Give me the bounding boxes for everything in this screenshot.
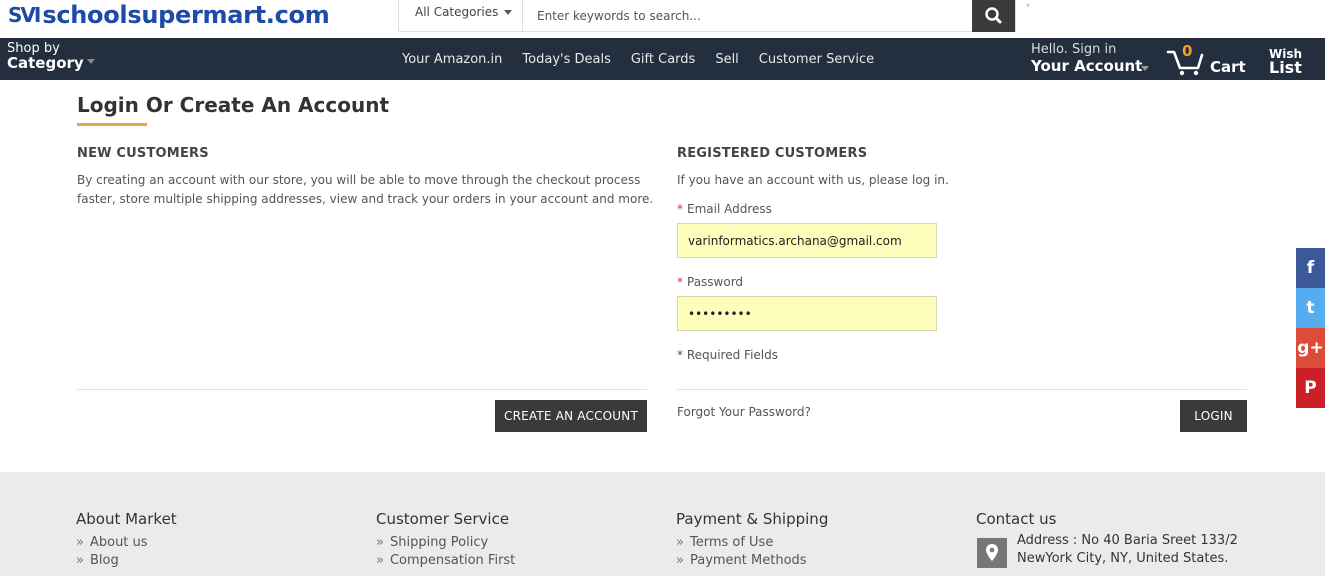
chevron-right-icon: »: [376, 535, 384, 550]
page-title: Login Or Create An Account: [77, 93, 390, 117]
footer-link-label: Shipping Policy: [389, 535, 489, 550]
status-dot: °: [1026, 3, 1030, 12]
email-label: * Email Address: [677, 202, 772, 216]
category-label: Category: [7, 54, 84, 72]
nav-link-your-amazon[interactable]: Your Amazon.in: [402, 52, 502, 67]
cart-label: Cart: [1210, 58, 1246, 76]
chevron-down-icon: [504, 10, 512, 15]
nav-links: Your Amazon.in Today's Deals Gift Cards …: [392, 52, 884, 67]
footer-link-blog[interactable]: » Blog: [76, 553, 177, 568]
password-label-text: Password: [687, 275, 744, 289]
category-select[interactable]: All Categories: [399, 0, 523, 31]
nav-link-gift-cards[interactable]: Gift Cards: [631, 52, 695, 67]
chevron-down-icon: [87, 59, 95, 64]
footer-payment-title: Payment & Shipping: [676, 510, 829, 528]
site-logo[interactable]: SVI schoolsupermart.com: [8, 1, 330, 29]
top-bar: SVI schoolsupermart.com All Categories °: [0, 0, 1325, 38]
footer-service-column: Customer Service » Shipping Policy » Compe…: [376, 510, 515, 571]
footer-contact-title: Contact us: [976, 510, 1057, 528]
footer-link-terms-of-use[interactable]: » Terms of Use: [676, 535, 828, 550]
chevron-right-icon: »: [376, 553, 384, 568]
nav-link-sell[interactable]: Sell: [715, 52, 738, 67]
list-label: List: [1269, 58, 1302, 77]
footer: About Market » About us » Blog Customer Se…: [0, 472, 1325, 576]
footer-service-title: Customer Service: [376, 510, 510, 528]
footer-link-shipping-policy[interactable]: » Shipping Policy: [376, 535, 515, 550]
footer-link-payment-methods[interactable]: » Payment Methods: [676, 553, 828, 568]
contact-address: Address : No 40 Baria Sreet 133/2 NewYor…: [1017, 532, 1238, 568]
title-underline: [77, 123, 147, 126]
address-line-2: NewYork City, NY, United States.: [1017, 551, 1229, 566]
twitter-icon[interactable]: t: [1296, 288, 1325, 328]
email-label-text: Email Address: [687, 202, 772, 216]
footer-about-column: About Market » About us » Blog: [76, 510, 177, 571]
footer-link-label: Payment Methods: [689, 553, 807, 568]
divider: [677, 389, 1247, 390]
chevron-right-icon: »: [676, 535, 684, 550]
chevron-down-icon: [1141, 66, 1149, 71]
location-pin-icon: [977, 538, 1007, 568]
footer-link-label: Compensation First: [389, 553, 516, 568]
category-select-value: All Categories: [415, 5, 499, 19]
create-account-button[interactable]: CREATE AN ACCOUNT: [495, 400, 647, 432]
wish-list-link[interactable]: Wish List: [1269, 47, 1302, 77]
password-field[interactable]: [677, 296, 937, 331]
password-label: * Password: [677, 275, 743, 289]
new-customers-text: By creating an account with our store, y…: [77, 173, 654, 206]
address-line-1: Address : No 40 Baria Sreet 133/2: [1017, 533, 1238, 548]
chevron-right-icon: »: [76, 553, 84, 568]
account-greeting: Hello. Sign in: [1031, 42, 1117, 57]
forgot-password-link[interactable]: Forgot Your Password?: [677, 405, 811, 419]
google-plus-icon[interactable]: g+: [1296, 328, 1325, 368]
required-mark: *: [677, 275, 683, 289]
footer-link-label: Blog: [89, 553, 119, 568]
main-nav: Shop by Category Your Amazon.in Today's …: [0, 38, 1325, 80]
divider: [77, 389, 647, 390]
required-mark: *: [677, 202, 683, 216]
footer-link-label: About us: [89, 535, 148, 550]
footer-about-title: About Market: [76, 510, 177, 528]
registered-intro: If you have an account with us, please l…: [677, 173, 949, 187]
chevron-right-icon: »: [76, 535, 84, 550]
footer-link-label: Terms of Use: [689, 535, 774, 550]
account-menu[interactable]: Hello. Sign in Your Account: [1031, 42, 1142, 74]
pinterest-icon[interactable]: P: [1296, 368, 1325, 408]
search-bar: All Categories: [398, 0, 1016, 32]
nav-link-todays-deals[interactable]: Today's Deals: [522, 52, 610, 67]
account-label: Your Account: [1031, 57, 1143, 75]
new-customers-heading: NEW CUSTOMERS: [77, 146, 209, 161]
shop-by-category[interactable]: Shop by Category: [7, 41, 84, 71]
logo-text: schoolsupermart.com: [42, 1, 330, 29]
footer-link-compensation-first[interactable]: » Compensation First: [376, 553, 515, 568]
cart-count-badge: 0: [1182, 42, 1193, 60]
email-field[interactable]: [677, 223, 937, 258]
search-button[interactable]: [972, 0, 1015, 32]
login-button[interactable]: LOGIN: [1180, 400, 1247, 432]
search-input[interactable]: [523, 0, 1015, 31]
chevron-right-icon: »: [676, 553, 684, 568]
footer-payment-column: Payment & Shipping » Terms of Use » Paymen…: [676, 510, 828, 571]
footer-link-about-us[interactable]: » About us: [76, 535, 177, 550]
search-icon: [985, 7, 1002, 24]
cart-button[interactable]: 0 Cart: [1166, 42, 1246, 76]
facebook-icon[interactable]: f: [1296, 248, 1325, 288]
required-fields-note: * Required Fields: [677, 348, 778, 362]
logo-mark: SVI: [8, 3, 41, 27]
registered-customers-heading: REGISTERED CUSTOMERS: [677, 146, 868, 161]
nav-link-customer-service[interactable]: Customer Service: [759, 52, 874, 67]
